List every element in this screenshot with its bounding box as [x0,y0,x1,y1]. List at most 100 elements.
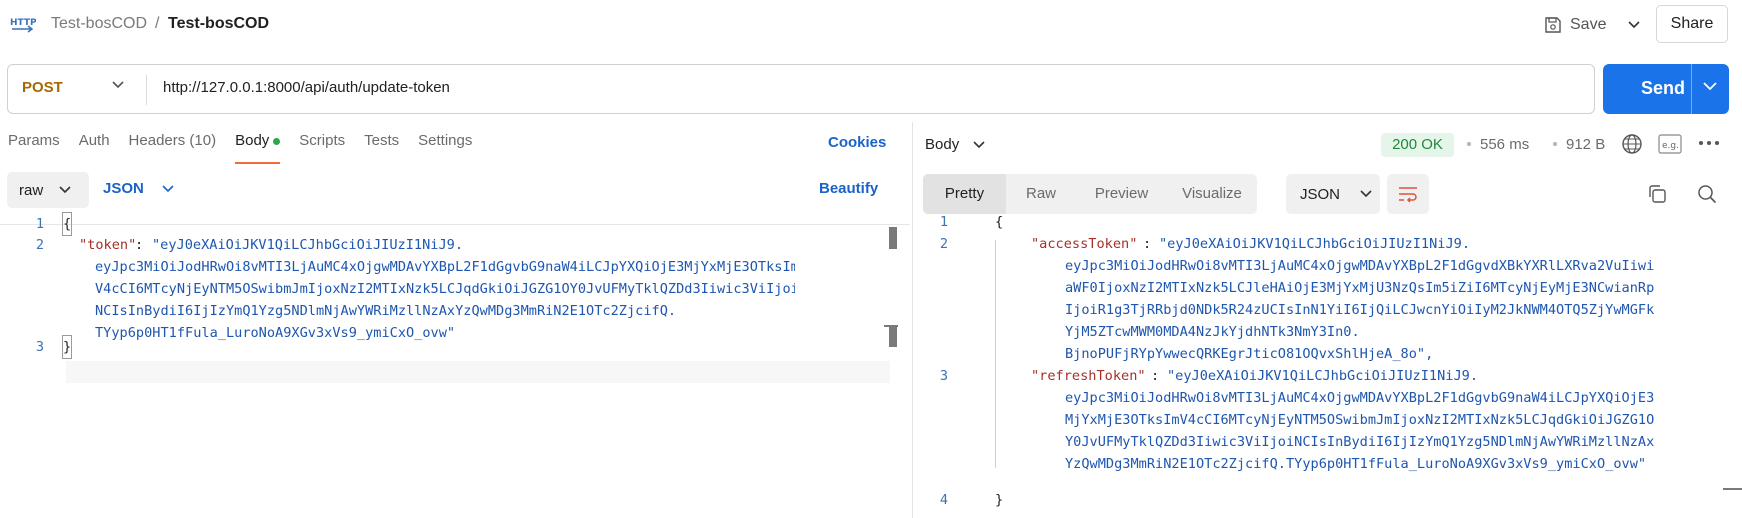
breadcrumb-collection[interactable]: Test-bosCOD [51,15,147,33]
request-tabs: Params Auth Headers (10) Body Scripts Te… [8,132,491,168]
line-number: 3 [35,339,44,355]
chevron-down-icon [59,186,71,194]
tab-headers[interactable]: Headers (10) [129,132,236,166]
close-brace: } [995,492,1004,508]
tab-pretty[interactable]: Pretty [923,174,1006,214]
search-icon[interactable] [1697,184,1717,204]
json-value-line: eyJpc3MiOiJodHRwOi8vMTI3LjAuMC4xOjgwMDAv… [1065,258,1655,274]
json-value-line: IjoiR1g3TjRRbjd0NDk5R24zUCIsInN1YiI6IjQi… [1065,302,1655,318]
json-colon: : [1151,368,1168,384]
send-divider [1691,64,1692,114]
globe-icon[interactable] [1621,133,1643,155]
tab-auth[interactable]: Auth [79,132,129,166]
url-bar: POST [7,64,1595,114]
more-options-icon[interactable] [1698,140,1720,146]
line-number: 2 [35,237,44,253]
tab-raw[interactable]: Raw [1006,174,1076,214]
line-number: 1 [35,216,44,232]
body-mode-select[interactable]: raw [7,172,89,208]
json-value-line: YzQwMDg3MmRiN2E1OTc2ZjcifQ.TYyp6p0HT1fFu… [1065,456,1647,472]
json-value-line: "eyJ0eXAiOiJKV1QiLCJhbGciOiJIUzI1NiJ9. [1167,368,1478,384]
scroll-marker [1723,488,1742,490]
close-brace: } [61,335,73,359]
json-value-line: MjYxMjE3OTksImV4cCI6MTcyNjEyNTM5OSwibmJm… [1065,412,1655,428]
tab-params[interactable]: Params [8,132,79,166]
json-key-refresh-token: "refreshToken" [1031,368,1146,384]
response-section-label: Body [925,136,960,153]
editor-scrollbar-thumb[interactable] [889,325,897,347]
body-modified-dot [273,137,281,145]
line-number: 4 [939,492,948,508]
tab-visualize[interactable]: Visualize [1167,174,1257,214]
json-value-line: YjM5ZTcwMWM0MDA4NzJkYjdhNTk3NmY3In0. [1065,324,1360,340]
json-value-line: "eyJ0eXAiOiJKV1QiLCJhbGciOiJIUzI1NiJ9. [152,237,463,253]
response-format-select[interactable]: JSON [1286,174,1380,214]
response-format-value: JSON [1300,185,1341,203]
json-colon: : [1143,236,1160,252]
wrap-lines-button[interactable] [1387,174,1429,214]
response-section-select[interactable]: Body [925,136,985,153]
tab-preview[interactable]: Preview [1076,174,1167,214]
response-time[interactable]: 556 ms [1480,136,1529,153]
save-label: Save [1570,16,1607,33]
wrap-lines-icon [1399,187,1417,203]
scroll-marker [884,325,898,327]
json-value-line: eyJpc3MiOiJodHRwOi8vMTI3LjAuMC4xOjgwMDAv… [1065,390,1655,406]
beautify-button[interactable]: Beautify [819,180,878,197]
chevron-down-icon [1360,190,1372,198]
cookies-link[interactable]: Cookies [828,134,886,151]
body-language-select[interactable]: JSON [103,180,174,197]
json-colon: : [135,237,152,253]
editor-scrollbar[interactable] [889,227,897,249]
tab-settings[interactable]: Settings [418,132,491,166]
breadcrumb-separator: / [155,15,160,32]
panel-divider[interactable] [912,122,913,518]
json-value-line: NCIsInBydiI6IjIzYmQ1Yzg5NDlmNjAwYWRiMzll… [95,303,677,319]
save-options-button[interactable] [1620,8,1648,42]
open-brace: { [995,214,1004,230]
chevron-down-icon[interactable] [112,81,124,89]
json-value-line: Y0JvUFMyTklQZDd3Iiwic3ViIjoiNCIsInBydiI6… [1065,434,1655,450]
chevron-down-icon [1628,21,1640,29]
tab-tests[interactable]: Tests [364,132,418,166]
body-mode-value: raw [19,181,44,199]
json-value-line: TYyp6p0HT1fFula_LuroNoA9XGv3xVs9_ymiCxO_… [95,325,456,341]
chevron-down-icon[interactable] [1703,82,1717,91]
send-label: Send [1641,78,1686,98]
top-bar: HTTP Test-bosCOD / Test-bosCOD Save Shar… [0,0,1742,50]
send-button[interactable]: Send [1603,64,1729,114]
url-divider [146,75,147,105]
breadcrumb-request-name[interactable]: Test-bosCOD [168,15,269,33]
body-language-value: JSON [103,180,144,197]
save-example-icon[interactable]: e.g. [1658,134,1682,154]
active-tab-underline [235,162,281,164]
http-request-icon: HTTP [10,18,36,33]
open-brace: { [61,212,73,236]
json-key-token: "token" [79,237,137,253]
json-value-line: V4cCI6MTcyNjEyNTM5OSwibmJmIjoxNzI2MTIxNz… [95,281,795,297]
json-value-line: eyJpc3MiOiJodHRwOi8vMTI3LjAuMC4xOjgwMDAv… [95,259,795,275]
response-body-viewer[interactable]: 1 { 2 "accessToken" : "eyJ0eXAiOiJKV1QiL… [923,214,1742,518]
share-button[interactable]: Share [1656,5,1728,43]
json-key-access-token: "accessToken" [1031,236,1138,252]
current-line-highlight [66,361,890,383]
method-select[interactable]: POST [22,79,63,96]
response-size[interactable]: 912 B [1566,136,1605,153]
separator-dot [1467,142,1471,146]
response-view-tabs: Pretty Raw Preview Visualize [923,174,1257,214]
copy-icon[interactable] [1647,184,1667,204]
line-number: 2 [939,236,948,252]
chevron-down-icon [162,184,174,192]
tab-body[interactable]: Body [235,132,299,166]
save-icon [1545,17,1561,33]
url-input[interactable] [163,79,1563,96]
chevron-down-icon [973,140,985,148]
indent-guide [995,240,996,468]
svg-text:e.g.: e.g. [1662,141,1679,151]
json-value-line: BjnoPUFjRYpYwwecQRKEgrJticO81OQvxShlHjeA… [1065,346,1434,362]
separator-dot [1553,142,1557,146]
status-badge[interactable]: 200 OK [1381,133,1454,157]
save-button[interactable]: Save [1540,8,1624,42]
request-body-editor[interactable]: 1 { 2 "token" : "eyJ0eXAiOiJKV1QiLCJhbGc… [0,212,910,518]
tab-scripts[interactable]: Scripts [299,132,364,166]
